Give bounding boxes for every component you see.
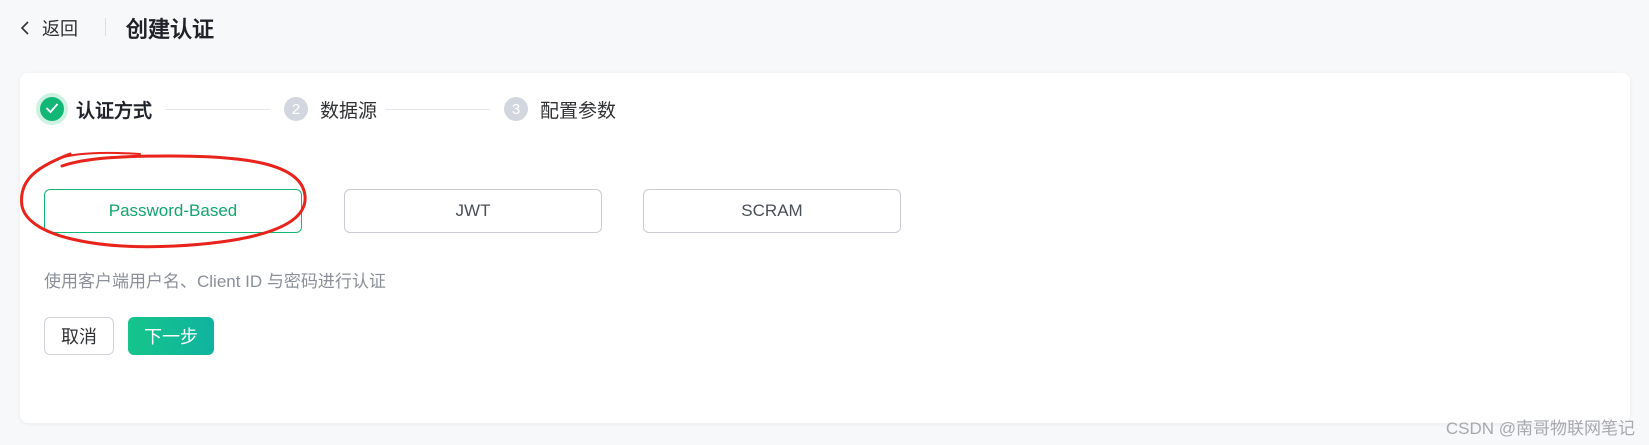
next-step-button[interactable]: 下一步 <box>128 317 214 355</box>
cancel-button[interactable]: 取消 <box>44 317 114 355</box>
step-done-circle <box>40 97 64 121</box>
step-number: 3 <box>504 97 528 121</box>
chevron-left-icon <box>20 20 30 36</box>
step-label: 配置参数 <box>540 100 617 122</box>
create-auth-card: 认证方式 2 数据源 3 配置参数 Password-Based JWT SCR… <box>20 73 1630 423</box>
step-connector <box>165 109 270 110</box>
step-label: 认证方式 <box>76 100 153 122</box>
step-connector <box>385 109 490 110</box>
step-auth-method: 认证方式 <box>40 91 152 127</box>
option-scram[interactable]: SCRAM <box>643 189 901 233</box>
step-datasource: 2 数据源 <box>284 91 377 127</box>
step-config-params: 3 配置参数 <box>504 91 616 127</box>
back-label: 返回 <box>42 19 78 39</box>
option-password-based[interactable]: Password-Based <box>44 189 302 233</box>
header-divider <box>105 18 106 36</box>
back-button[interactable]: 返回 <box>20 14 78 42</box>
auth-method-description: 使用客户端用户名、Client ID 与密码进行认证 <box>44 272 386 291</box>
option-jwt[interactable]: JWT <box>344 189 602 233</box>
watermark: CSDN @南哥物联网笔记 <box>1445 419 1635 438</box>
step-number: 2 <box>284 97 308 121</box>
top-bar: 返回 创建认证 <box>0 0 1649 56</box>
check-icon <box>45 101 59 118</box>
step-label: 数据源 <box>320 100 378 122</box>
page-title: 创建认证 <box>126 17 215 42</box>
